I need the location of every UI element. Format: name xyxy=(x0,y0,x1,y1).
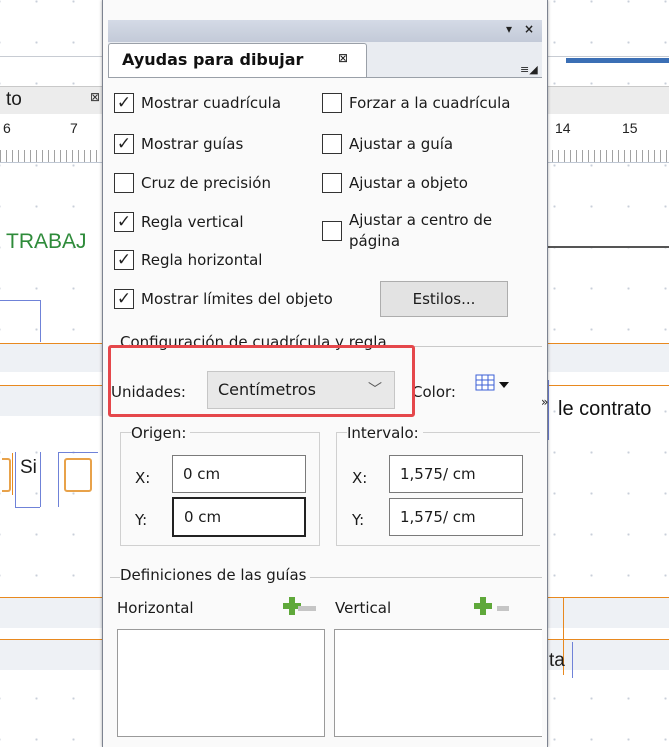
canvas-text-ta: ta xyxy=(549,650,565,671)
guide-line xyxy=(546,343,669,344)
ruler-number: 7 xyxy=(70,120,78,136)
canvas-heading-text: TRABAJ xyxy=(6,230,87,253)
object-bound xyxy=(15,507,40,508)
snap-to-grid-checkbox[interactable] xyxy=(322,93,342,113)
snap-to-guide-checkbox[interactable] xyxy=(322,134,342,154)
snap-to-guide-label: Ajustar a guía xyxy=(349,135,454,153)
units-highlight-box xyxy=(108,345,415,417)
horizontal-guides-label: Horizontal xyxy=(117,599,194,617)
guides-section-title: Definiciones de las guías xyxy=(120,566,311,584)
grid-color-picker[interactable] xyxy=(475,374,515,398)
more-icon[interactable]: » xyxy=(541,395,548,409)
remove-vertical-guide-icon[interactable] xyxy=(497,606,509,611)
horizontal-guides-list[interactable] xyxy=(117,629,325,737)
snap-to-object-checkbox[interactable] xyxy=(322,173,342,193)
guide-line xyxy=(0,343,108,344)
styles-button[interactable]: Estilos... xyxy=(380,281,508,317)
object-bound xyxy=(58,452,98,453)
horizontal-ruler-left[interactable] xyxy=(0,114,112,163)
object-bounds-label: Mostrar límites del objeto xyxy=(141,290,333,308)
origin-y-label: Y: xyxy=(135,511,148,529)
panel-title: Ayudas para dibujar xyxy=(122,50,304,69)
canvas-text-contrato: le contrato xyxy=(558,398,652,420)
ribbon-accent xyxy=(566,58,669,63)
interval-x-label: X: xyxy=(352,469,368,487)
canvas-band xyxy=(546,598,669,628)
object-bound xyxy=(572,642,573,678)
color-label: Color: xyxy=(412,383,456,401)
ruler-number: 15 xyxy=(622,120,638,136)
canvas-text-si: Si xyxy=(20,457,37,478)
document-tab-label: to xyxy=(6,89,22,110)
guide-line xyxy=(0,385,108,386)
origin-title: Origen: xyxy=(131,424,191,442)
snap-to-grid-label: Forzar a la cuadrícula xyxy=(349,94,511,112)
vertical-ruler-label: Regla vertical xyxy=(141,213,244,231)
interval-y-label: Y: xyxy=(352,511,365,529)
show-grid-checkbox[interactable]: ✓ xyxy=(114,93,134,113)
crosshair-checkbox[interactable] xyxy=(114,173,134,193)
object-bounds-checkbox[interactable]: ✓ xyxy=(114,289,134,309)
snap-to-object-label: Ajustar a objeto xyxy=(349,174,468,192)
object-bound xyxy=(0,300,40,301)
remove-horizontal-guide-icon[interactable] xyxy=(298,606,316,611)
tab-strip-right xyxy=(548,86,669,117)
canvas-line xyxy=(546,246,669,248)
object-bound xyxy=(58,452,59,507)
interval-y-input[interactable]: 1,575/ cm xyxy=(389,498,523,536)
guide-line xyxy=(546,385,669,386)
panel-menu-icon[interactable]: ≡◢ xyxy=(520,63,538,76)
guide-line xyxy=(12,453,13,495)
crosshair-label: Cruz de precisión xyxy=(141,174,271,192)
snap-to-page-center-checkbox[interactable] xyxy=(322,221,342,241)
canvas-band xyxy=(0,344,108,372)
object-bound xyxy=(15,452,16,507)
vertical-guides-list[interactable] xyxy=(334,629,542,737)
close-icon[interactable]: ⊠ xyxy=(90,90,100,104)
show-guides-label: Mostrar guías xyxy=(141,135,244,153)
guide-line xyxy=(546,639,669,640)
canvas-band xyxy=(546,344,669,372)
panel-titlebar[interactable] xyxy=(108,20,542,42)
grid-color-icon xyxy=(475,374,509,391)
interval-title: Intervalo: xyxy=(347,424,423,442)
ruler-number: 6 xyxy=(3,120,11,136)
canvas-band xyxy=(0,598,108,628)
tab-divider xyxy=(108,77,542,78)
tab-close-icon[interactable]: ⊠ xyxy=(338,51,348,65)
panel-options-icon[interactable]: ▾ xyxy=(506,22,512,36)
object-bound xyxy=(40,452,41,507)
guide-line xyxy=(0,639,108,640)
ruler-number: 14 xyxy=(555,120,571,136)
vertical-ruler-checkbox[interactable]: ✓ xyxy=(114,212,134,232)
interval-x-input[interactable]: 1,575/ cm xyxy=(389,455,523,493)
horizontal-ruler-checkbox[interactable]: ✓ xyxy=(114,250,134,270)
guide-line xyxy=(0,597,108,598)
snap-to-page-center-label: Ajustar a centro de página xyxy=(349,211,493,250)
canvas-band xyxy=(0,386,108,416)
canvas-checkbox-shape[interactable] xyxy=(2,458,11,492)
horizontal-ruler-label: Regla horizontal xyxy=(141,251,263,269)
canvas-band xyxy=(0,640,108,670)
vertical-guides-label: Vertical xyxy=(335,599,392,617)
show-guides-checkbox[interactable]: ✓ xyxy=(114,134,134,154)
origin-x-input[interactable]: 0 cm xyxy=(172,455,306,493)
origin-y-input[interactable]: 0 cm xyxy=(172,497,306,537)
object-bound xyxy=(40,300,41,342)
show-grid-label: Mostrar cuadrícula xyxy=(141,94,282,112)
add-vertical-guide-icon[interactable] xyxy=(473,596,493,620)
object-bound xyxy=(548,380,549,440)
guide-line xyxy=(546,597,669,598)
origin-x-label: X: xyxy=(135,469,151,487)
panel-close-icon[interactable]: × xyxy=(524,22,534,36)
canvas-checkbox-shape[interactable] xyxy=(64,458,92,492)
